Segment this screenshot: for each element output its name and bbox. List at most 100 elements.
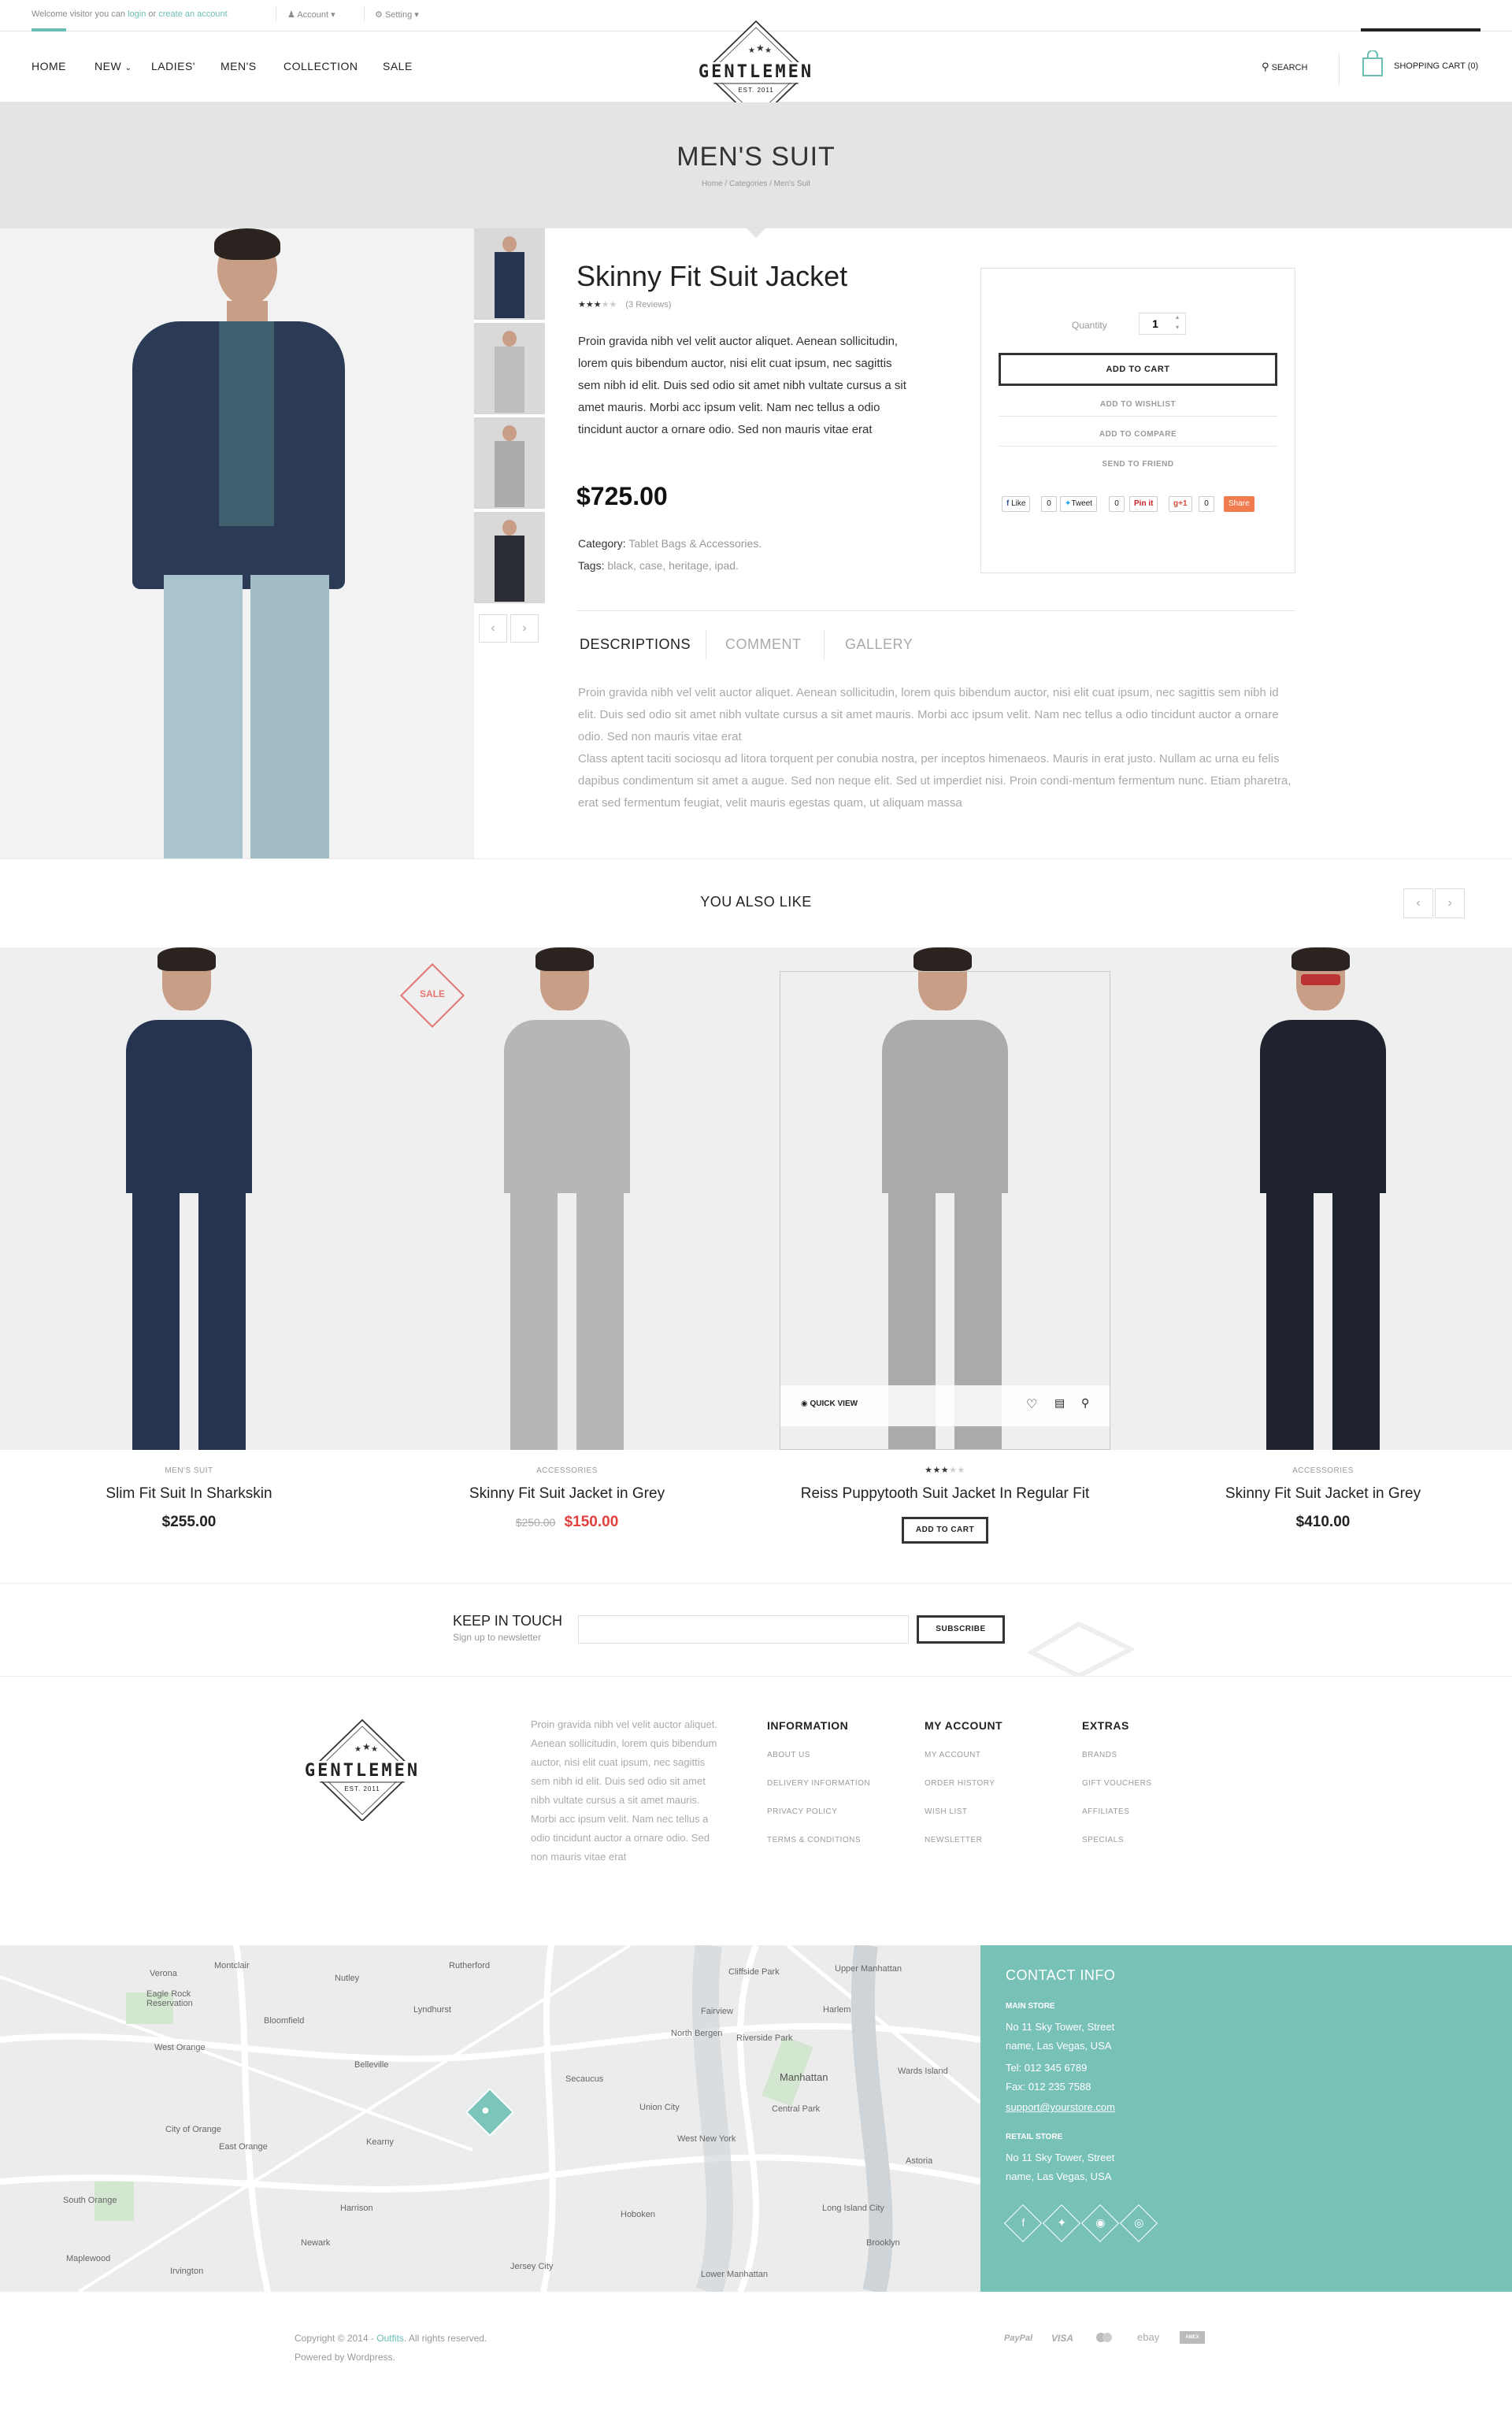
product-thumb-1[interactable]	[474, 228, 545, 321]
welcome-text: Welcome visitor you can login or create …	[32, 9, 228, 19]
product-name[interactable]: Skinny Fit Suit Jacket in Grey	[1134, 1485, 1512, 1503]
brand-link[interactable]: Outfits	[376, 2333, 404, 2344]
account-menu[interactable]: ♟ Account ▾	[287, 9, 335, 20]
product-thumb-4[interactable]	[474, 512, 545, 605]
tab-descriptions[interactable]: DESCRIPTIONS	[580, 636, 691, 653]
svg-text:★: ★	[748, 46, 755, 55]
login-link[interactable]: login	[128, 9, 146, 19]
breadcrumb-home[interactable]: Home	[702, 180, 723, 188]
nav-ladies[interactable]: LADIES'	[151, 60, 195, 72]
product-price-group: $250.00 $150.00	[378, 1514, 756, 1531]
product-main-image[interactable]	[0, 228, 474, 858]
search-icon[interactable]: ⚲	[1081, 1396, 1089, 1410]
page-banner: MEN'S SUIT Home / Categories / Men's Sui…	[0, 102, 1512, 238]
cart-button[interactable]: SHOPPING CART (0)	[1361, 50, 1478, 81]
product-thumb-2[interactable]	[474, 323, 545, 416]
breadcrumb-categories[interactable]: Categories	[729, 180, 767, 188]
setting-menu[interactable]: ⚙ Setting ▾	[375, 9, 419, 20]
footer-link[interactable]: ORDER HISTORY	[925, 1779, 995, 1788]
support-email-link[interactable]: support@yourstore.com	[1006, 2101, 1115, 2113]
product-thumb-3[interactable]	[474, 417, 545, 510]
footer-link[interactable]: WISH LIST	[925, 1807, 968, 1816]
add-to-compare-button[interactable]: ADD TO COMPARE	[999, 423, 1277, 447]
footer-link[interactable]: AFFILIATES	[1082, 1807, 1129, 1816]
decrement-icon[interactable]: ▾	[1176, 324, 1179, 331]
search-button[interactable]: ⚲ SEARCH	[1262, 61, 1307, 73]
product-price: $410.00	[1295, 1514, 1351, 1530]
tags-link[interactable]: black, case, heritage, ipad.	[607, 559, 739, 572]
like-count: 0	[1041, 496, 1057, 512]
compare-icon[interactable]: ▤	[1054, 1396, 1065, 1410]
share-button[interactable]: Share	[1224, 496, 1254, 512]
add-to-cart-button[interactable]: ADD TO CART	[999, 353, 1277, 386]
phone-number: Tel: 012 345 6789	[1006, 2062, 1088, 2074]
product-card[interactable]: ◉ QUICK VIEW ♡ ▤ ⚲	[756, 947, 1134, 1450]
copyright: Copyright © 2014 - Outfits. All rights r…	[295, 2333, 487, 2344]
footer-link[interactable]: PRIVACY POLICY	[767, 1807, 837, 1816]
footer-link[interactable]: ABOUT US	[767, 1751, 810, 1759]
hover-frame	[780, 971, 1110, 1450]
thumb-next-button[interactable]: ›	[510, 614, 539, 643]
tweet-button[interactable]: ✦Tweet	[1060, 496, 1098, 512]
product-category: ACCESSORIES	[536, 1466, 598, 1475]
add-to-cart-button[interactable]: ADD TO CART	[902, 1517, 988, 1544]
svg-text:★: ★	[371, 1745, 378, 1754]
thumb-prev-button[interactable]: ‹	[479, 614, 507, 643]
chevron-down-icon: ▾	[414, 10, 419, 20]
create-account-link[interactable]: create an account	[158, 9, 227, 19]
quantity-stepper[interactable]: ▴ ▾	[1139, 313, 1186, 335]
facebook-icon: f	[1006, 499, 1010, 508]
footer-column-title: EXTRAS	[1082, 1719, 1129, 1732]
nav-collection[interactable]: COLLECTION	[284, 60, 358, 72]
retail-store-label: RETAIL STORE	[1006, 2133, 1063, 2141]
send-to-friend-button[interactable]: SEND TO FRIEND	[999, 453, 1277, 476]
footer-link[interactable]: TERMS & CONDITIONS	[767, 1836, 861, 1844]
gplus-button[interactable]: g+1	[1169, 496, 1192, 512]
add-to-cart-box: Quantity ▴ ▾ ADD TO CART ADD TO WISHLIST…	[980, 268, 1295, 573]
product-card[interactable]	[1134, 947, 1512, 1450]
tab-comment[interactable]: COMMENT	[725, 636, 802, 653]
dribbble-icon: ◎	[1134, 2216, 1144, 2230]
svg-text:★: ★	[765, 46, 772, 55]
nav-home[interactable]: HOME	[32, 60, 66, 72]
subscribe-button[interactable]: SUBSCRIBE	[917, 1615, 1005, 1644]
product-name[interactable]: Reiss Puppytooth Suit Jacket In Regular …	[756, 1485, 1134, 1503]
facebook-like-button[interactable]: f Like	[1002, 496, 1031, 512]
nav-new[interactable]: NEW ⌄	[94, 60, 132, 72]
pinit-button[interactable]: Pin it	[1129, 496, 1158, 512]
fax-number: Fax: 012 235 7588	[1006, 2081, 1091, 2093]
divider	[364, 6, 365, 22]
chevron-right-icon: ›	[1447, 896, 1452, 910]
tab-gallery[interactable]: GALLERY	[845, 636, 913, 653]
related-next-button[interactable]: ›	[1435, 888, 1465, 918]
newsletter-subtitle: Sign up to newsletter	[453, 1632, 542, 1643]
product-name[interactable]: Slim Fit Suit In Sharkskin	[0, 1485, 378, 1503]
footer-link[interactable]: SPECIALS	[1082, 1836, 1124, 1844]
footer-link[interactable]: BRANDS	[1082, 1751, 1117, 1759]
product-name[interactable]: Skinny Fit Suit Jacket in Grey	[378, 1485, 756, 1503]
footer-link[interactable]: GIFT VOUCHERS	[1082, 1779, 1152, 1788]
footer-link[interactable]: DELIVERY INFORMATION	[767, 1779, 870, 1788]
increment-icon[interactable]: ▴	[1176, 313, 1179, 321]
related-prev-button[interactable]: ‹	[1403, 888, 1433, 918]
logo-est: EST. 2011	[344, 1785, 380, 1792]
product-card[interactable]: SALE	[378, 947, 756, 1450]
quick-view-button[interactable]: ◉ QUICK VIEW	[801, 1399, 858, 1408]
footer-link[interactable]: NEWSLETTER	[925, 1836, 982, 1844]
product-rating: ★★★★★	[925, 1466, 965, 1475]
quantity-input[interactable]	[1140, 313, 1171, 334]
reviews-link[interactable]: (3 Reviews)	[625, 300, 671, 310]
nav-sale[interactable]: SALE	[383, 60, 413, 72]
store-map[interactable]: Verona Montclair Nutley Rutherford Cliff…	[0, 1945, 980, 2292]
add-to-wishlist-button[interactable]: ADD TO WISHLIST	[999, 393, 1277, 417]
newsletter-email-input[interactable]	[578, 1615, 909, 1644]
footer-logo[interactable]: ★ ★ ★ GENTLEMEN EST. 2011	[291, 1709, 433, 1822]
nav-mens[interactable]: MEN'S	[220, 60, 257, 72]
heart-icon[interactable]: ♡	[1026, 1396, 1037, 1412]
footer-link[interactable]: MY ACCOUNT	[925, 1751, 981, 1759]
category-link[interactable]: Tablet Bags & Accessories.	[628, 537, 762, 550]
mastercard-icon	[1096, 2331, 1115, 2344]
product-card[interactable]	[0, 947, 378, 1450]
divider	[0, 1676, 1512, 1677]
product-price: $255.00	[161, 1514, 217, 1530]
